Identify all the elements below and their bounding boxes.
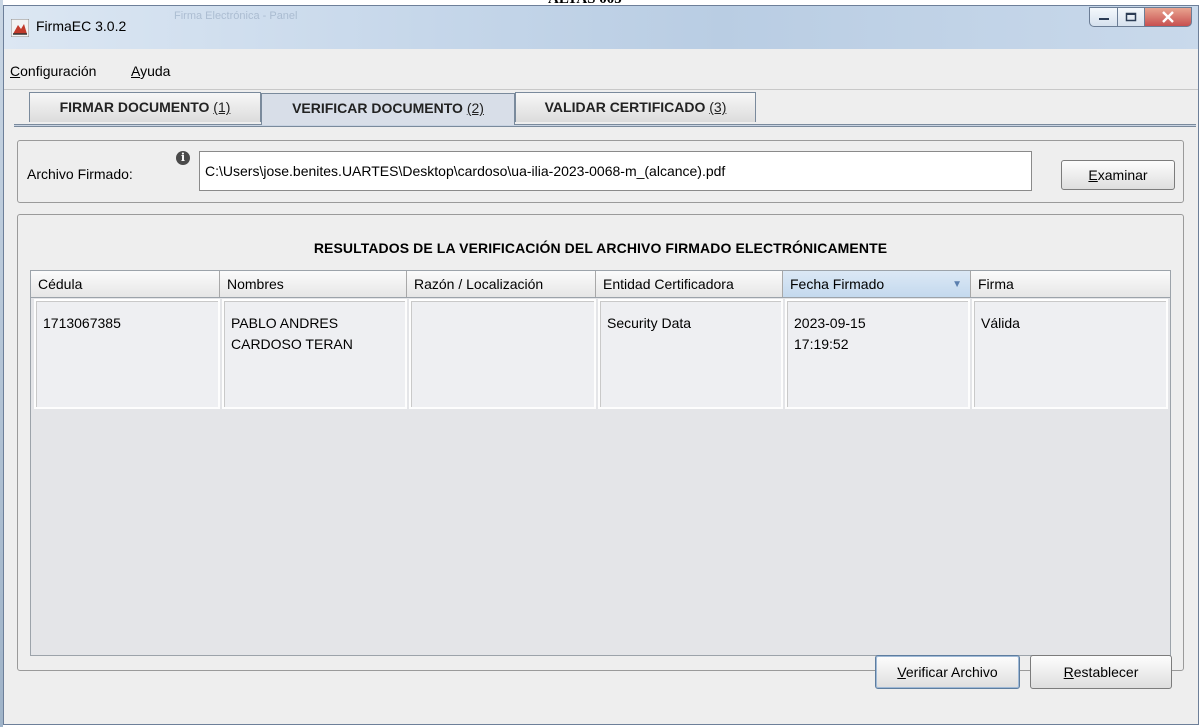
file-label: Archivo Firmado: <box>27 166 133 182</box>
table-cell-razon[interactable] <box>409 299 596 409</box>
file-panel: Archivo Firmado: i Examinar <box>17 140 1184 203</box>
table-cell-firma[interactable]: Válida <box>972 299 1168 409</box>
column-header-fecha[interactable]: Fecha Firmado ▼ <box>783 271 971 297</box>
sort-descending-icon: ▼ <box>952 279 962 290</box>
close-button[interactable] <box>1144 7 1192 27</box>
menu-bar: Configuración Ayuda <box>4 49 1198 90</box>
column-header-entidad[interactable]: Entidad Certificadora <box>596 271 783 297</box>
results-title: RESULTADOS DE LA VERIFICACIÓN DEL ARCHIV… <box>313 240 888 256</box>
tab-content-border <box>14 124 1196 127</box>
close-icon <box>1162 11 1174 23</box>
file-path-input[interactable] <box>199 151 1032 191</box>
column-header-firma[interactable]: Firma <box>971 271 1170 297</box>
app-logo-icon <box>11 19 29 37</box>
column-header-cedula[interactable]: Cédula <box>31 271 220 297</box>
table-header: Cédula Nombres Razón / Localización Enti… <box>31 271 1170 298</box>
results-panel: RESULTADOS DE LA VERIFICACIÓN DEL ARCHIV… <box>17 214 1184 671</box>
window-controls <box>1089 7 1192 29</box>
verificar-archivo-button[interactable]: Verificar Archivo <box>875 655 1020 689</box>
title-bar[interactable]: FirmaEC 3.0.2 Firma Electrónica - Panel <box>4 6 1198 50</box>
minimize-icon <box>1098 18 1109 20</box>
column-header-nombres[interactable]: Nombres <box>220 271 407 297</box>
maximize-icon <box>1125 12 1137 22</box>
maximize-button[interactable] <box>1117 7 1144 27</box>
app-window: FirmaEC 3.0.2 Firma Electrónica - Panel … <box>3 5 1199 725</box>
minimize-button[interactable] <box>1089 7 1117 27</box>
tab-verificar-documento[interactable]: VERIFICAR DOCUMENTO (2) <box>261 93 515 125</box>
table-cell-fecha[interactable]: 2023-09-15 17:19:52 <box>785 299 970 409</box>
table-cell-entidad[interactable]: Security Data <box>598 299 783 409</box>
menu-configuracion[interactable]: Configuración <box>10 63 96 79</box>
examinar-button[interactable]: Examinar <box>1061 160 1175 190</box>
window-title: FirmaEC 3.0.2 <box>36 18 127 34</box>
info-icon[interactable]: i <box>176 151 190 165</box>
column-header-razon[interactable]: Razón / Localización <box>407 271 596 297</box>
results-table[interactable]: Cédula Nombres Razón / Localización Enti… <box>30 270 1171 656</box>
tab-firmar-documento[interactable]: FIRMAR DOCUMENTO (1) <box>29 92 261 122</box>
table-cell-nombres[interactable]: PABLO ANDRES CARDOSO TERAN <box>222 299 407 409</box>
restablecer-button[interactable]: Restablecer <box>1030 655 1172 689</box>
faded-background-title: Firma Electrónica - Panel <box>174 10 298 22</box>
menu-ayuda[interactable]: Ayuda <box>131 63 170 79</box>
tab-validar-certificado[interactable]: VALIDAR CERTIFICADO (3) <box>515 92 756 122</box>
table-cell-cedula[interactable]: 1713067385 <box>34 299 220 409</box>
